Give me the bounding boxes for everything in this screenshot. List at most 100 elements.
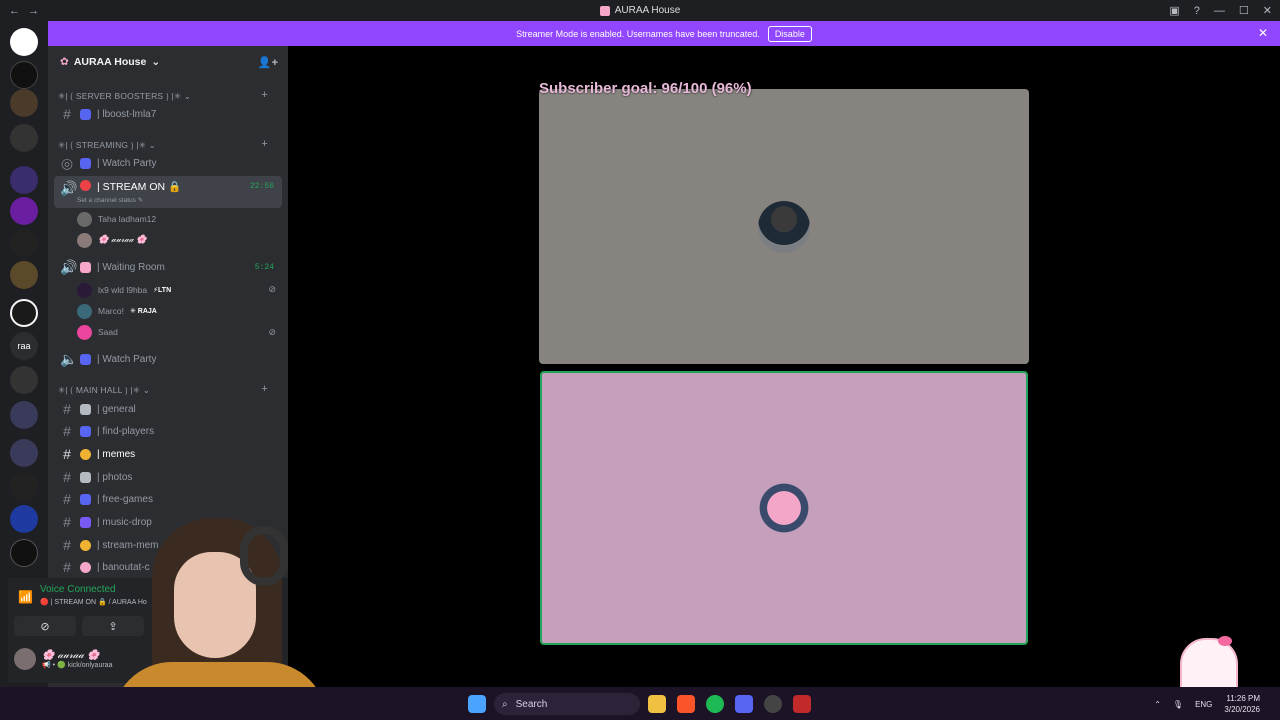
hash-icon: # [63, 106, 71, 122]
user-panel[interactable]: 🌸 𝒶𝓊𝓇𝒶𝒶 🌸 📢 • 🟢 kick/onlyauraa [14, 648, 112, 670]
voice-status[interactable]: Voice Connected [40, 584, 116, 595]
hash-icon: # [63, 491, 71, 507]
channel-photos[interactable]: # | photos [54, 467, 282, 487]
voice-user[interactable]: Saad [77, 323, 118, 341]
channel-emoji [80, 561, 91, 573]
disable-button[interactable]: Disable [767, 25, 812, 42]
avatar [77, 282, 92, 298]
server-icon[interactable] [10, 401, 38, 429]
discord-icon[interactable] [735, 695, 753, 713]
clock[interactable]: 11:26 PM 3/20/2026 [1224, 693, 1260, 715]
server-icon[interactable] [10, 197, 38, 225]
brave-beta-icon[interactable] [793, 695, 811, 713]
server-icon[interactable]: raa [10, 332, 38, 360]
help-icon[interactable]: ? [1194, 5, 1200, 17]
channel-general[interactable]: # | general [54, 399, 282, 419]
language-indicator[interactable]: ENG [1195, 700, 1212, 709]
close-banner-icon[interactable]: ✕ [1258, 26, 1268, 40]
category-label: ✳| ⟮ MAIN HALL ⟯ |✳ [58, 385, 141, 395]
category-server-boosters[interactable]: ✳| ⟮ SERVER BOOSTERS ⟯ |✳ ⌄ + [58, 89, 280, 102]
forward-arrow-icon[interactable]: → [28, 5, 39, 17]
signal-icon: 📶 [18, 590, 33, 604]
deafened-icon: ⊘ [268, 284, 276, 294]
channel-watch-party-2[interactable]: 🔈 | Watch Party [54, 349, 282, 369]
channel-emoji [80, 157, 91, 169]
voice-user[interactable]: 🌸 𝒶𝓊𝓇𝒶𝒶 🌸 [77, 231, 147, 249]
streamer-mode-banner: Streamer Mode is enabled. Usernames have… [48, 21, 1280, 46]
username: 🌸 𝒶𝓊𝓇𝒶𝒶 🌸 [98, 235, 147, 245]
hash-icon: # [63, 537, 71, 553]
hash-icon: # [63, 514, 71, 530]
channel-waiting-room[interactable]: 🔊 | Waiting Room 5:24 [54, 257, 282, 277]
username: lx9 wld l9hba [98, 285, 148, 295]
server-icon[interactable] [10, 166, 38, 194]
category-streaming[interactable]: ✳| ⟮ STREAMING ⟯ |✳ ⌄ + [58, 138, 280, 151]
channel-status-prompt[interactable]: Set a channel status ✎ [77, 196, 143, 204]
channel-label: | find-players [97, 425, 155, 437]
server-icon[interactable] [10, 28, 38, 56]
channel-label: | Watch Party [97, 353, 157, 365]
add-channel-icon[interactable]: + [261, 89, 268, 101]
app-icon [599, 5, 610, 16]
voice-user[interactable]: Marco! ✳ RAJA [77, 302, 157, 320]
system-tray: ⌃ 🎙 ENG 11:26 PM 3/20/2026 [1154, 693, 1260, 715]
inbox-icon[interactable]: ▣ [1169, 4, 1179, 17]
add-channel-icon[interactable]: + [261, 138, 268, 150]
category-label: ✳| ⟮ STREAMING ⟯ |✳ [58, 140, 147, 150]
maximize-icon[interactable]: ☐ [1239, 4, 1249, 17]
hash-icon: # [63, 446, 71, 462]
avatar [77, 232, 92, 248]
taskbar-search[interactable]: ⌕ Search [494, 693, 640, 715]
username: Taha ladham12 [98, 214, 157, 224]
avatar [77, 303, 92, 319]
add-channel-icon[interactable]: + [261, 383, 268, 395]
camera-off-button[interactable]: ⊘ [14, 616, 76, 636]
channel-memes[interactable]: # | memes [54, 444, 282, 464]
server-icon[interactable] [10, 505, 38, 533]
microphone-icon[interactable]: 🎙 [1173, 700, 1183, 709]
channel-emoji [80, 403, 91, 415]
participant-tile-speaking[interactable] [540, 371, 1028, 645]
brave-icon[interactable] [677, 695, 695, 713]
voice-user[interactable]: lx9 wld l9hba ⚡LTN [77, 281, 171, 299]
flower-icon: ✿ [60, 56, 69, 68]
back-arrow-icon[interactable]: ← [9, 5, 20, 17]
server-icon[interactable] [10, 539, 38, 567]
channel-free-games[interactable]: # | free-games [54, 489, 282, 509]
start-icon[interactable] [468, 695, 486, 713]
category-main-hall[interactable]: ✳| ⟮ MAIN HALL ⟯ |✳ ⌄ + [58, 383, 280, 396]
invite-people-icon[interactable]: 👤+ [258, 56, 278, 69]
server-icon[interactable] [10, 89, 38, 117]
my-custom-status: 📢 • 🟢 kick/onlyauraa [42, 661, 113, 669]
file-explorer-icon[interactable] [648, 695, 666, 713]
server-icon[interactable] [10, 439, 38, 467]
server-icon[interactable] [10, 261, 38, 289]
channel-label: | photos [97, 471, 133, 483]
participant-tile[interactable] [539, 89, 1029, 364]
server-icon[interactable] [10, 124, 38, 152]
channel-watch-party[interactable]: ◎ | Watch Party [54, 153, 282, 173]
channel-boost[interactable]: # | lboost-lmla7 [54, 104, 282, 124]
voice-user[interactable]: Taha ladham12 [77, 210, 156, 228]
channel-emoji [80, 516, 91, 528]
server-icon[interactable] [10, 366, 38, 394]
hash-icon: # [63, 401, 71, 417]
server-icon[interactable] [10, 61, 38, 89]
channel-find-players[interactable]: # | find-players [54, 421, 282, 441]
server-icon[interactable] [10, 299, 38, 327]
channel-emoji [80, 108, 91, 120]
server-icon[interactable] [10, 229, 38, 257]
server-icon[interactable] [10, 473, 38, 501]
server-header[interactable]: ✿ AURAA House ⌄ 👤+ [48, 46, 288, 78]
app-icon[interactable] [764, 695, 782, 713]
date: 3/20/2026 [1224, 705, 1260, 714]
search-icon: ⌕ [502, 698, 508, 710]
spotify-icon[interactable] [706, 695, 724, 713]
minimize-icon[interactable]: — [1214, 5, 1225, 17]
channel-emoji [80, 448, 91, 460]
close-window-icon[interactable]: ✕ [1263, 4, 1272, 17]
user-tag: ✳ RAJA [129, 308, 157, 315]
chevron-up-icon[interactable]: ⌃ [1154, 700, 1161, 709]
server-name: AURAA House [73, 56, 147, 68]
channel-emoji [80, 539, 91, 551]
